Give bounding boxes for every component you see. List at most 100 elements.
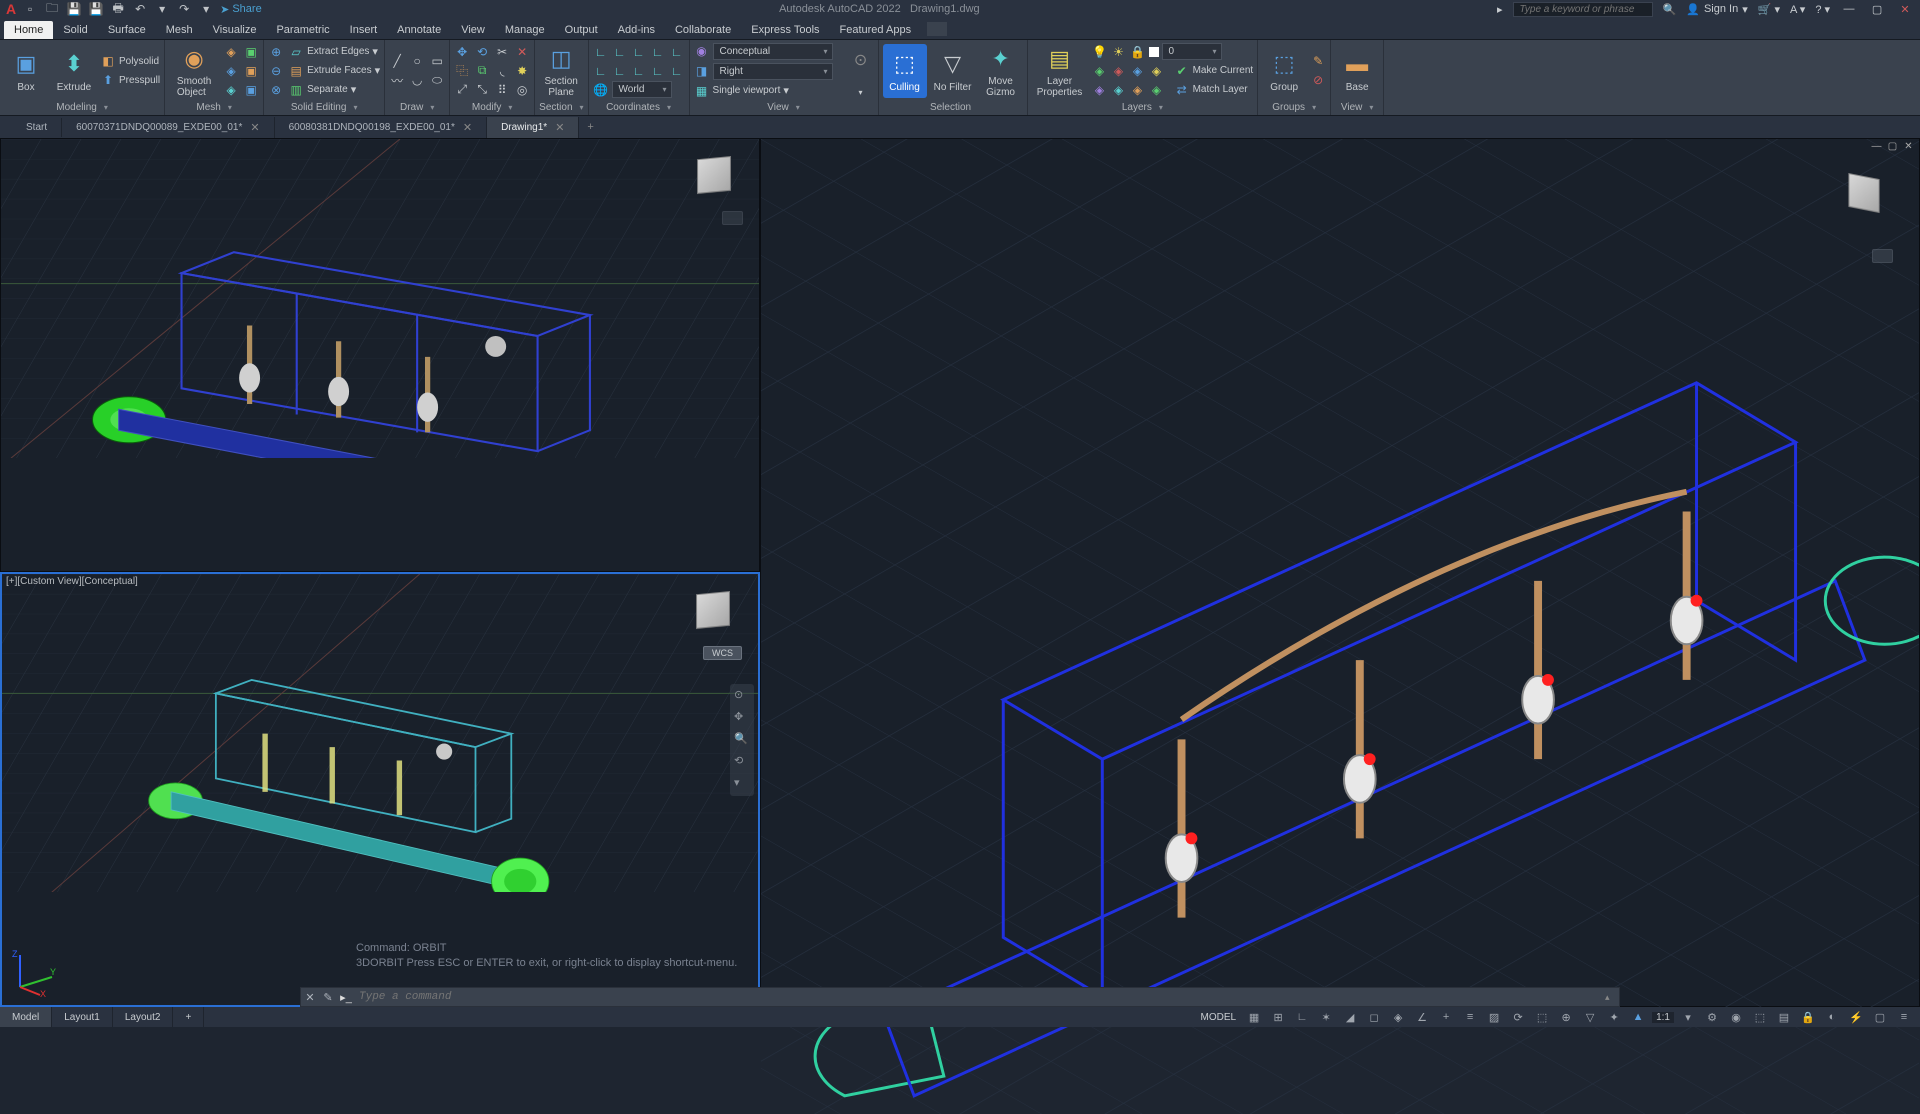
- search-input[interactable]: [1513, 2, 1653, 17]
- rotate-button[interactable]: ⟲: [474, 43, 490, 60]
- vp-min-button[interactable]: —: [1870, 141, 1883, 152]
- sun-icon[interactable]: ☀: [1111, 44, 1127, 60]
- panel-layers-label[interactable]: Layers: [1032, 99, 1254, 115]
- viewcube[interactable]: [689, 151, 739, 201]
- wcs-badge[interactable]: [1872, 249, 1893, 263]
- tab-solid[interactable]: Solid: [53, 21, 97, 39]
- cycling-toggle-icon[interactable]: ⟳: [1508, 1009, 1528, 1025]
- ortho-toggle-icon[interactable]: ∟: [1292, 1009, 1312, 1025]
- box-button[interactable]: ▣Box: [4, 44, 48, 98]
- stretch-button[interactable]: ⤢: [454, 81, 470, 98]
- qat-plot-icon[interactable]: 🖶: [110, 1, 126, 17]
- world-dropdown[interactable]: World: [612, 81, 672, 98]
- extrude-faces-button[interactable]: ▤Extrude Faces ▾: [288, 62, 380, 79]
- qat-redo-icon[interactable]: ↷: [176, 1, 192, 17]
- sign-in-button[interactable]: 👤 Sign In ▾: [1686, 3, 1747, 16]
- gizmo-button[interactable]: ✦Move Gizmo: [979, 44, 1023, 98]
- mesh-tool1[interactable]: ◈: [223, 43, 239, 60]
- panel-mesh-label[interactable]: Mesh: [169, 99, 259, 115]
- arc-button[interactable]: ◡: [409, 72, 425, 89]
- separate-button[interactable]: ▥Separate ▾: [288, 81, 380, 98]
- layout-tab-2[interactable]: Layout2: [113, 1007, 174, 1027]
- se-tool3[interactable]: ⊗: [268, 81, 284, 98]
- fillet-button[interactable]: ◟: [494, 62, 510, 79]
- doc-tab-1[interactable]: 60070371DNDQ00089_EXDE00_01*✕: [62, 117, 274, 138]
- 3d-toggle-icon[interactable]: ⬚: [1532, 1009, 1552, 1025]
- cmd-close-icon[interactable]: ✕: [301, 988, 319, 1006]
- minimize-button[interactable]: —: [1840, 2, 1858, 16]
- explode-button[interactable]: ✸: [514, 62, 530, 79]
- close-tab-icon[interactable]: ✕: [555, 121, 564, 134]
- mesh-tool3[interactable]: ◈: [223, 81, 239, 98]
- viewcube[interactable]: [688, 586, 738, 636]
- world-button[interactable]: 🌐World: [593, 81, 685, 98]
- ly8-icon[interactable]: ◈: [1149, 82, 1165, 98]
- lock-icon[interactable]: 🔒: [1130, 44, 1146, 60]
- otrack-toggle-icon[interactable]: ∠: [1412, 1009, 1432, 1025]
- se-tool1[interactable]: ⊕: [268, 43, 284, 60]
- wcs-badge[interactable]: [722, 211, 743, 225]
- qat-open-icon[interactable]: 🗀: [44, 1, 60, 17]
- viewport-label[interactable]: [+][Custom View][Conceptual]: [6, 576, 138, 587]
- polysolid-button[interactable]: ◧Polysolid: [100, 53, 160, 70]
- transparency-toggle-icon[interactable]: ▨: [1484, 1009, 1504, 1025]
- mesh-tool6[interactable]: ▣: [243, 81, 259, 98]
- presspull-button[interactable]: ⬆Presspull: [100, 72, 160, 89]
- tab-mesh[interactable]: Mesh: [156, 21, 203, 39]
- panel-draw-label[interactable]: Draw: [389, 99, 445, 115]
- 3dosnap-toggle-icon[interactable]: ◈: [1388, 1009, 1408, 1025]
- panel-coordinates-label[interactable]: Coordinates: [593, 99, 685, 115]
- maximize-button[interactable]: ▢: [1868, 2, 1886, 16]
- nav-wheel-icon[interactable]: ⊙: [734, 688, 750, 704]
- workspace-icon[interactable]: ⚙: [1702, 1009, 1722, 1025]
- bulb-icon[interactable]: 💡: [1092, 44, 1108, 60]
- ly6-icon[interactable]: ◈: [1111, 82, 1127, 98]
- match-layer-button[interactable]: Match Layer: [1193, 84, 1248, 95]
- annotation-scale[interactable]: 1:1: [1652, 1012, 1674, 1023]
- panel-groups-label[interactable]: Groups: [1262, 99, 1326, 115]
- nav-orbit-icon[interactable]: ⟲: [734, 754, 750, 770]
- tab-addins[interactable]: Add-ins: [608, 21, 665, 39]
- isolate-icon[interactable]: ◐: [1822, 1009, 1842, 1025]
- anno-monitor-icon[interactable]: ◉: [1726, 1009, 1746, 1025]
- offset-button[interactable]: ◎: [514, 81, 530, 98]
- command-input[interactable]: [355, 991, 1605, 1003]
- coord-r1[interactable]: ∟∟∟∟∟: [593, 43, 685, 60]
- panel-view-label[interactable]: View: [694, 99, 874, 115]
- coord-r2[interactable]: ∟∟∟∟∟: [593, 62, 685, 79]
- cmd-customize-icon[interactable]: ✎: [319, 988, 337, 1006]
- viewcube[interactable]: [1839, 169, 1889, 219]
- ly2-icon[interactable]: ◈: [1111, 63, 1127, 79]
- polar-toggle-icon[interactable]: ✶: [1316, 1009, 1336, 1025]
- hardware-accel-icon[interactable]: ⚡: [1846, 1009, 1866, 1025]
- tab-home[interactable]: Home: [4, 21, 53, 39]
- qat-undo-icon[interactable]: ↶: [132, 1, 148, 17]
- tab-extra-button[interactable]: [927, 22, 947, 36]
- vp-max-button[interactable]: ▢: [1886, 141, 1899, 152]
- tab-collaborate[interactable]: Collaborate: [665, 21, 741, 39]
- tab-visualize[interactable]: Visualize: [203, 21, 267, 39]
- mirror-button[interactable]: ⧉: [474, 62, 490, 79]
- qprop-toggle-icon[interactable]: ▤: [1774, 1009, 1794, 1025]
- doc-tab-active[interactable]: Drawing1*✕: [487, 117, 579, 138]
- panel-modeling-label[interactable]: Modeling: [4, 99, 160, 115]
- array-button[interactable]: ⠿: [494, 81, 510, 98]
- circle-button[interactable]: ○: [409, 53, 425, 70]
- group-edit-button[interactable]: ✎: [1310, 53, 1326, 70]
- ly5-icon[interactable]: ◈: [1092, 82, 1108, 98]
- clean-screen-icon[interactable]: ▢: [1870, 1009, 1890, 1025]
- viewport-top-left[interactable]: [0, 138, 760, 572]
- filter-toggle-icon[interactable]: ▽: [1580, 1009, 1600, 1025]
- grid-toggle-icon[interactable]: ▦: [1244, 1009, 1264, 1025]
- qat-new-icon[interactable]: ▫: [22, 1, 38, 17]
- layer-color-icon[interactable]: [1149, 47, 1159, 57]
- doc-tab-2[interactable]: 60080381DNDQ00198_EXDE00_01*✕: [275, 117, 487, 138]
- section-plane-button[interactable]: ◫Section Plane: [539, 44, 583, 98]
- tab-featured[interactable]: Featured Apps: [830, 21, 922, 39]
- qat-undo-dd-icon[interactable]: ▾: [154, 1, 170, 17]
- wcs-badge[interactable]: WCS: [703, 646, 742, 660]
- customize-status-icon[interactable]: ≡: [1894, 1009, 1914, 1025]
- status-model-label[interactable]: MODEL: [1197, 1012, 1241, 1023]
- iso-toggle-icon[interactable]: ◢: [1340, 1009, 1360, 1025]
- ly7-icon[interactable]: ◈: [1130, 82, 1146, 98]
